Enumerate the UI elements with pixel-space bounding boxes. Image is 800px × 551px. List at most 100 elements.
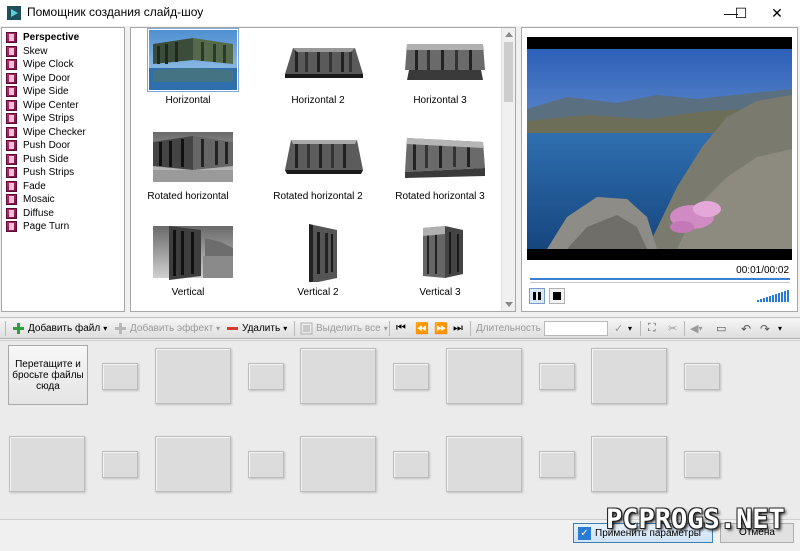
rotate-right-button[interactable]: ↷: [760, 321, 770, 336]
transition-slot[interactable]: [539, 451, 575, 478]
skip-first-icon: ⏮: [396, 322, 406, 334]
volume-icon[interactable]: [757, 290, 789, 302]
scroll-thumb[interactable]: [504, 42, 513, 102]
select-all-button[interactable]: Выделить все ▾: [300, 321, 388, 336]
transition-preview-image: [423, 226, 463, 278]
slide-slot[interactable]: [446, 348, 522, 404]
effect-icon: [6, 153, 17, 165]
slide-slot[interactable]: [591, 348, 667, 404]
add-file-button[interactable]: Добавить файл ▾: [12, 321, 107, 336]
effect-label: Push Door: [23, 140, 71, 151]
effect-item-push-side[interactable]: Push Side: [6, 153, 69, 166]
effect-icon: [6, 140, 17, 151]
transition-horizontal-3[interactable]: Horizontal 3: [385, 30, 495, 110]
effect-item-fade[interactable]: Fade: [6, 180, 46, 193]
slide-slot[interactable]: [591, 436, 667, 492]
plus-icon: [115, 323, 126, 334]
slide-slot[interactable]: [300, 436, 376, 492]
tools-button[interactable]: ✂: [668, 321, 677, 336]
slide-slot[interactable]: [446, 436, 522, 492]
add-effect-button[interactable]: Добавить эффект ▾: [114, 321, 220, 336]
pause-icon: [533, 292, 541, 300]
watermark-logo: PCPROGS.NET: [606, 504, 785, 535]
transition-slot[interactable]: [684, 363, 720, 390]
crop-icon: ⛶: [648, 322, 656, 334]
effect-label: Fade: [23, 180, 46, 192]
skip-last-icon: ⏭: [453, 322, 463, 334]
scroll-down-icon[interactable]: [505, 302, 513, 307]
stop-button[interactable]: [549, 288, 565, 304]
effect-label: Wipe Checker: [23, 126, 86, 138]
preview-panel: 00:01/00:02: [521, 27, 798, 312]
transition-preview-image: [405, 138, 485, 178]
drop-files-button[interactable]: Перетащите и бросьте файлы сюда: [8, 345, 88, 405]
apply-duration-button[interactable]: ✓: [614, 321, 623, 336]
playback-progress[interactable]: [530, 278, 790, 280]
slide-slot[interactable]: [155, 348, 231, 404]
effect-item-push-door[interactable]: Push Door: [6, 139, 70, 152]
effect-item-mosaic[interactable]: Mosaic: [6, 193, 55, 206]
effect-icon: [6, 221, 17, 232]
transition-preview-image: [153, 226, 233, 280]
effect-item-wipe-clock[interactable]: Wipe Clock: [6, 58, 74, 71]
scroll-up-icon[interactable]: [505, 32, 513, 37]
transition-grid: Horizontal Horizontal 2 Horizontal 3 Rot…: [130, 27, 516, 312]
seek-track[interactable]: [530, 282, 790, 283]
transition-vertical[interactable]: Vertical: [133, 222, 243, 302]
slide-slot[interactable]: [155, 436, 231, 492]
effect-item-wipe-checker[interactable]: Wipe Checker: [6, 126, 86, 139]
slide-slot[interactable]: [9, 436, 85, 492]
effect-item-diffuse[interactable]: Diffuse: [6, 207, 54, 220]
effect-item-skew[interactable]: Skew: [6, 45, 47, 58]
duration-dropdown[interactable]: ▾: [628, 321, 632, 336]
storyboard[interactable]: Перетащите и бросьте файлы сюда: [0, 340, 800, 520]
transition-slot[interactable]: [248, 363, 284, 390]
effect-category-list: Perspective Skew Wipe Clock Wipe Door Wi…: [1, 27, 125, 312]
effect-item-page-turn[interactable]: Page Turn: [6, 220, 69, 233]
transition-slot[interactable]: [393, 363, 429, 390]
transition-rotated-horizontal-2[interactable]: Rotated horizontal 2: [263, 126, 373, 206]
toolbar-overflow[interactable]: ▾: [778, 321, 782, 336]
pause-button[interactable]: [529, 288, 545, 304]
minus-icon: [227, 327, 238, 330]
first-button[interactable]: ⏮: [396, 321, 406, 336]
transition-rotated-horizontal-3[interactable]: Rotated horizontal 3: [385, 126, 495, 206]
crop-button[interactable]: ⛶: [648, 321, 656, 336]
transition-preview-image: [147, 28, 239, 92]
checkmark-icon: ✓: [614, 323, 624, 335]
effect-item-wipe-side[interactable]: Wipe Side: [6, 85, 69, 98]
rotate-left-button[interactable]: ↶: [741, 321, 751, 336]
previous-button[interactable]: ⏪: [415, 321, 429, 336]
effect-item-wipe-strips[interactable]: Wipe Strips: [6, 112, 74, 125]
last-button[interactable]: ⏭: [453, 321, 463, 336]
transition-label: Horizontal 2: [291, 95, 345, 106]
effect-label: Push Side: [23, 153, 69, 165]
transition-vertical-2[interactable]: Vertical 2: [263, 222, 373, 302]
transition-rotated-horizontal[interactable]: Rotated horizontal: [133, 126, 243, 206]
effect-item-push-strips[interactable]: Push Strips: [6, 166, 74, 179]
duration-input[interactable]: [544, 321, 608, 336]
delete-button[interactable]: Удалить ▾: [226, 321, 287, 336]
transition-label: Horizontal 3: [413, 95, 467, 106]
audio-button[interactable]: ◀ ▾: [690, 321, 702, 336]
transition-slot[interactable]: [102, 451, 138, 478]
transition-vertical-3[interactable]: Vertical 3: [385, 222, 495, 302]
speaker-icon: ◀: [690, 323, 699, 335]
transition-slot[interactable]: [102, 363, 138, 390]
transition-horizontal[interactable]: Horizontal: [133, 28, 243, 110]
plus-icon: [13, 323, 24, 334]
transition-slot[interactable]: [684, 451, 720, 478]
frame-button[interactable]: ▭: [716, 321, 726, 336]
effect-item-wipe-center[interactable]: Wipe Center: [6, 99, 79, 112]
transition-slot[interactable]: [393, 451, 429, 478]
transition-slot[interactable]: [248, 451, 284, 478]
transition-slot[interactable]: [539, 363, 575, 390]
transition-label: Vertical: [171, 287, 205, 298]
effect-item-perspective[interactable]: Perspective: [6, 31, 79, 44]
effect-item-wipe-door[interactable]: Wipe Door: [6, 72, 70, 85]
transition-horizontal-2[interactable]: Horizontal 2: [263, 30, 373, 110]
next-button[interactable]: ⏩: [434, 321, 448, 336]
grid-scrollbar[interactable]: [501, 28, 515, 311]
close-button[interactable]: ✕: [754, 0, 800, 26]
slide-slot[interactable]: [300, 348, 376, 404]
